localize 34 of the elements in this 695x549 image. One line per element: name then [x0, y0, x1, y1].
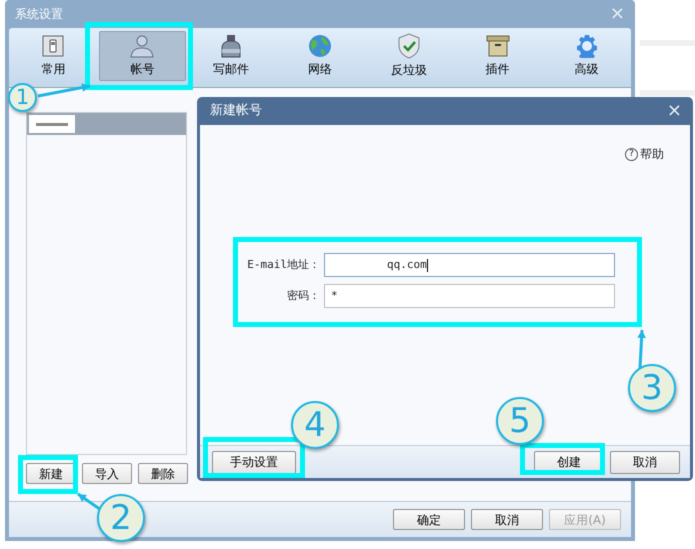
settings-tab[interactable]: 网络	[276, 31, 364, 81]
close-button[interactable]: ×	[666, 102, 682, 120]
redaction-mark	[29, 115, 75, 133]
person-icon	[129, 34, 156, 58]
input-field[interactable]: *	[324, 284, 615, 308]
window-title: 系统设置	[15, 6, 63, 23]
footer-button[interactable]: 取消	[471, 509, 543, 530]
dialog-title: 新建帐号	[210, 102, 262, 120]
manual-setup-button[interactable]: 手动设置	[212, 450, 296, 474]
dialog-button[interactable]: 取消	[610, 450, 680, 474]
device-icon	[41, 34, 66, 58]
archive-box-icon	[486, 34, 510, 58]
account-row[interactable]	[27, 113, 186, 135]
footer-button[interactable]: 确定	[393, 509, 465, 530]
settings-tab[interactable]: 插件	[454, 31, 542, 81]
shield-check-icon	[396, 33, 421, 59]
settings-tab[interactable]: 常用	[10, 31, 97, 81]
input-field[interactable]: qq.com	[324, 253, 615, 277]
settings-tab[interactable]: 反垃圾	[365, 31, 452, 81]
gear-icon	[574, 34, 599, 58]
settings-tab[interactable]: 写邮件	[188, 31, 275, 81]
account-button[interactable]: 删除	[138, 463, 188, 484]
field-label: E-mail地址：	[246, 256, 321, 273]
highlight-frame	[18, 455, 78, 494]
ink-bottle-icon	[219, 34, 244, 58]
field-label: 密码：	[286, 288, 321, 304]
help-link[interactable]: ? 帮助	[625, 145, 664, 163]
pointer-arrow	[637, 330, 646, 368]
settings-tab[interactable]: 高级	[543, 31, 630, 81]
globe-icon	[308, 34, 332, 58]
account-button[interactable]: 新建	[26, 463, 76, 484]
account-button[interactable]: 导入	[82, 463, 132, 484]
pointer-arrow	[38, 83, 90, 98]
settings-tab[interactable]: 帐号	[98, 31, 186, 81]
